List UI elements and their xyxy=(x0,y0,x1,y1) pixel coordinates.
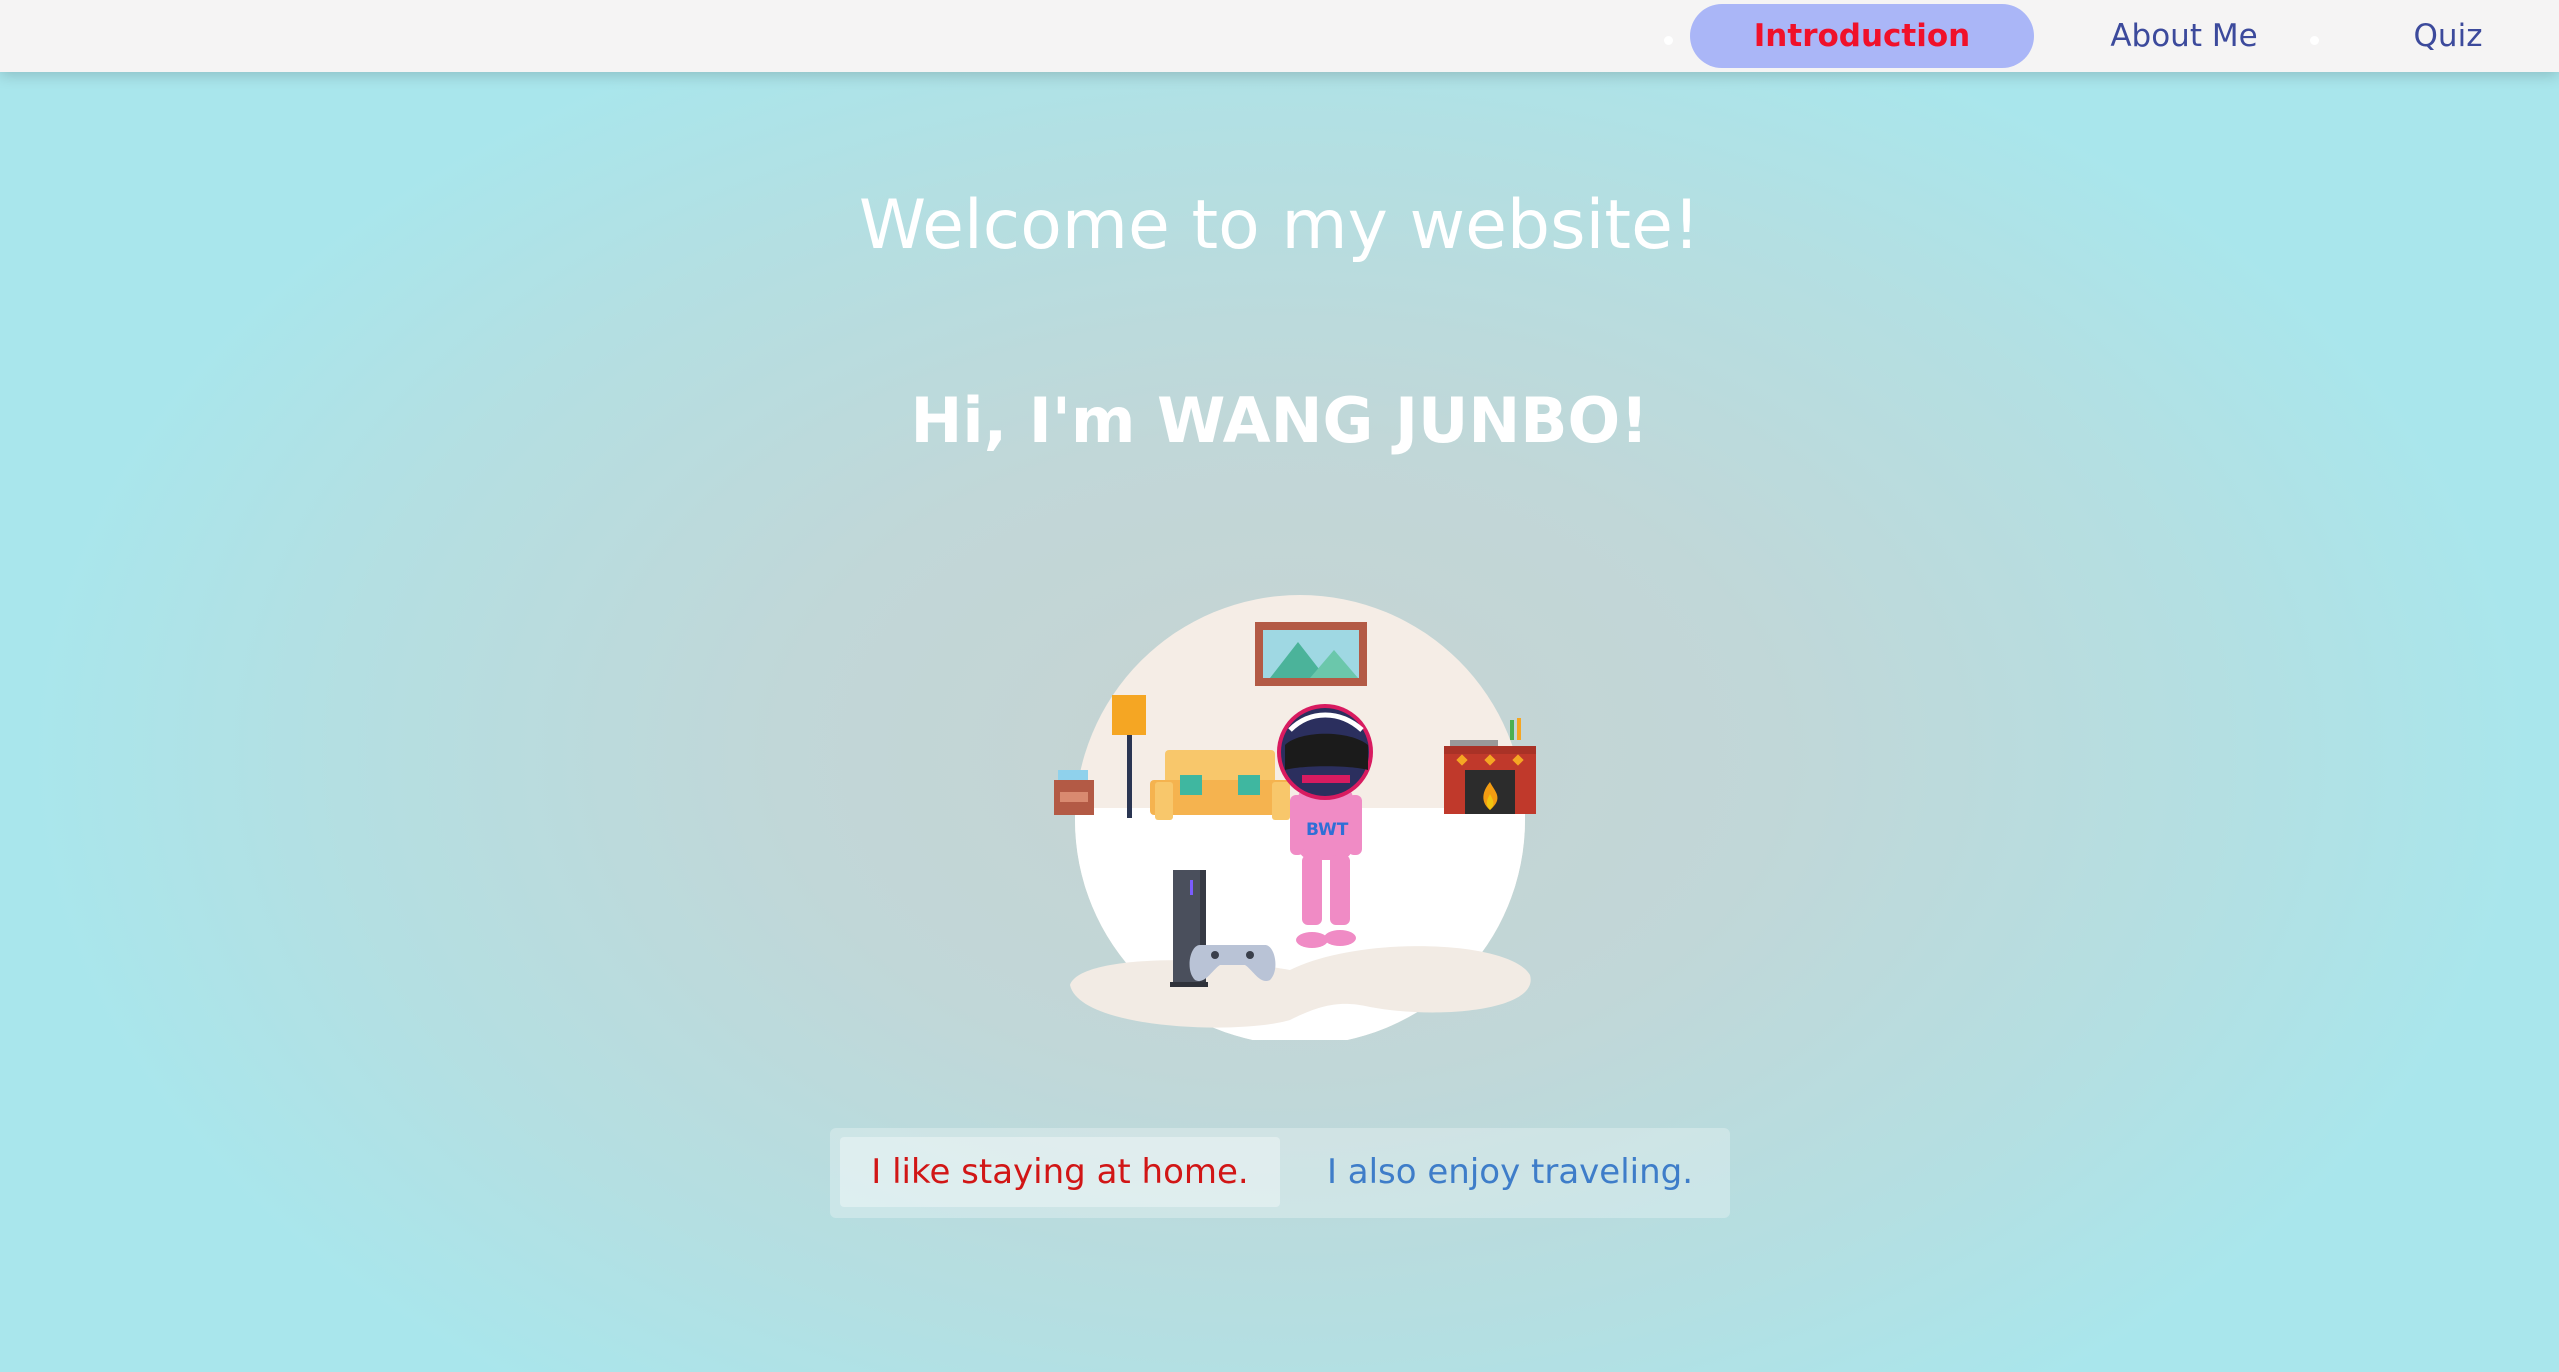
nav-about-me[interactable]: About Me xyxy=(2096,4,2272,68)
traveling-button[interactable]: I also enjoy traveling. xyxy=(1300,1137,1720,1207)
picture-frame xyxy=(1255,622,1367,686)
nav-dot xyxy=(1664,36,1673,45)
nav-dot xyxy=(2310,36,2319,45)
nav-introduction[interactable]: Introduction xyxy=(1690,4,2034,68)
welcome-heading: Welcome to my website! xyxy=(858,186,1701,265)
greeting-heading: Hi, I'm WANG JUNBO! xyxy=(910,384,1649,457)
sofa xyxy=(1150,750,1290,820)
interest-toggle-group: I like staying at home. I also enjoy tra… xyxy=(830,1128,1730,1218)
home-illustration: BWT xyxy=(1054,595,1536,1040)
suit-logo-text: BWT xyxy=(1306,820,1349,840)
stay-home-button[interactable]: I like staying at home. xyxy=(840,1137,1280,1207)
top-navbar: Introduction About Me Quiz xyxy=(0,0,2559,72)
side-table xyxy=(1054,770,1094,815)
nav-quiz[interactable]: Quiz xyxy=(2395,4,2501,68)
